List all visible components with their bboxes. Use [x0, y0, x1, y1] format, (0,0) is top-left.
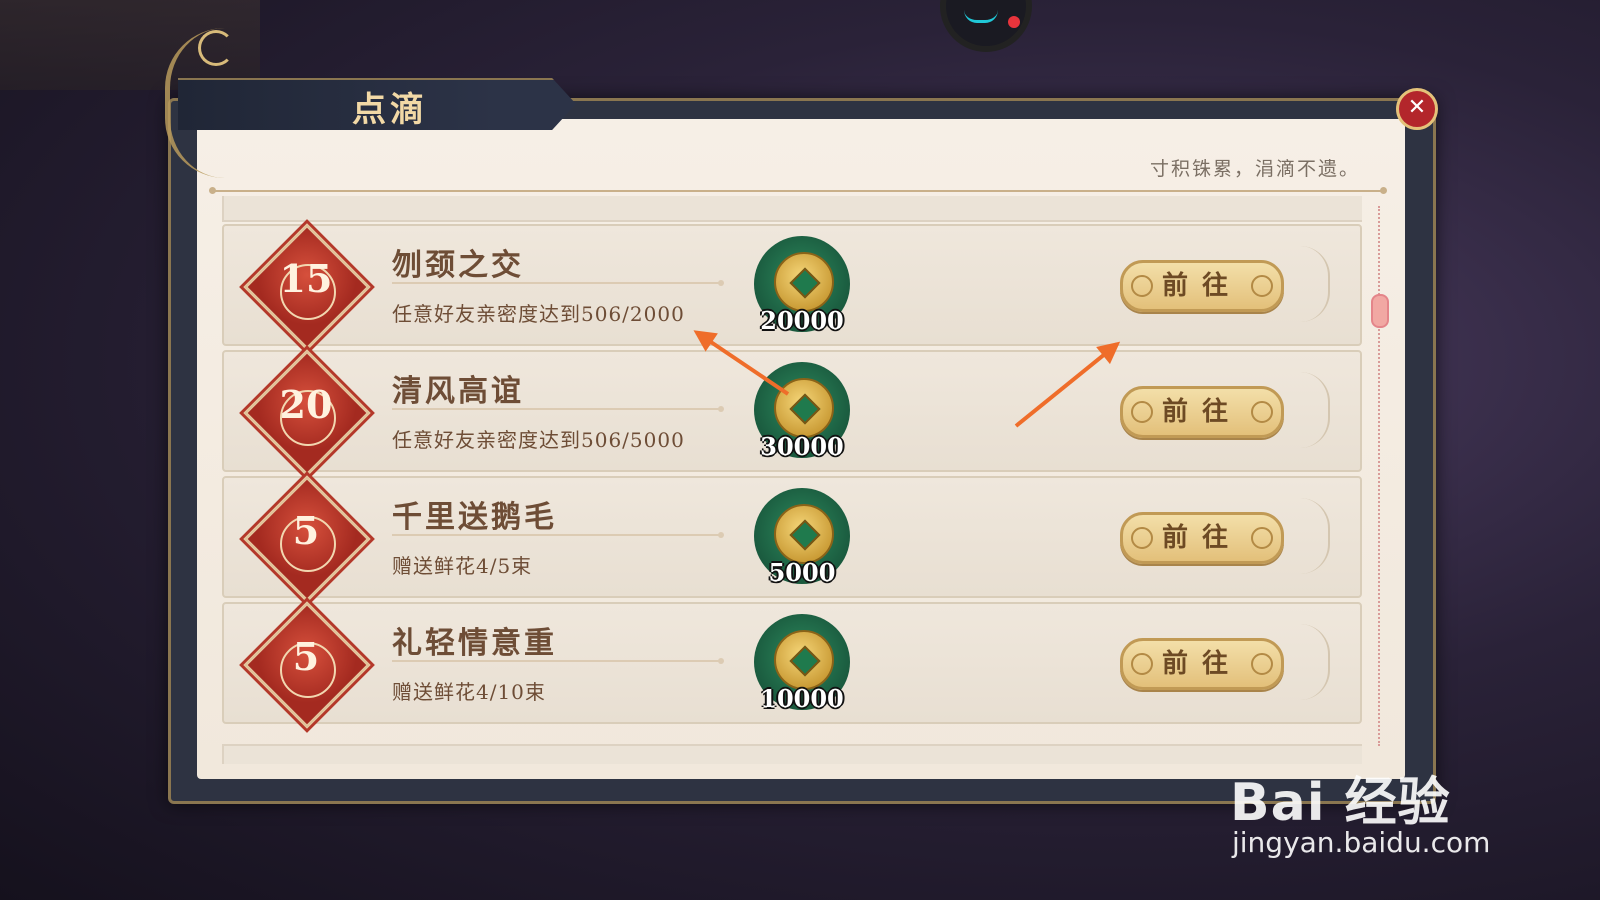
row-decoration: [1300, 246, 1330, 322]
coin-reward-icon: 20000: [754, 236, 850, 335]
panel-motto: 寸积铢累，涓滴不遗。: [1150, 158, 1361, 180]
task-name: 清风高谊: [392, 374, 524, 409]
notification-dot-icon: [1008, 16, 1020, 28]
watermark-url: jingyan.baidu.com: [1232, 826, 1491, 859]
divider: [392, 406, 724, 412]
close-icon: ✕: [1407, 95, 1427, 120]
task-progress: 赠送鲜花4/5束: [392, 554, 533, 578]
divider: [392, 280, 724, 286]
task-name: 刎颈之交: [392, 248, 524, 283]
go-button[interactable]: 前往: [1120, 638, 1284, 690]
list-item-partial: [222, 196, 1362, 222]
go-button[interactable]: 前往: [1120, 386, 1284, 438]
task-list[interactable]: 15 刎颈之交 任意好友亲密度达到506/2000 20000 前往 20 清风…: [222, 196, 1362, 764]
ring-arc: [964, 10, 998, 23]
divider: [392, 532, 724, 538]
go-button[interactable]: 前往: [1120, 512, 1284, 564]
panel-title: 点滴: [352, 90, 428, 130]
badge-number: 5: [292, 634, 320, 679]
go-button[interactable]: 前往: [1120, 260, 1284, 312]
coin-face: [774, 252, 834, 312]
coin-face: [774, 630, 834, 690]
reward-amount: 5000: [768, 558, 836, 587]
coin-face: [774, 378, 834, 438]
coin-hole: [789, 645, 821, 677]
list-item: 20 清风高谊 任意好友亲密度达到506/5000 30000 前往: [222, 349, 1362, 477]
moon-icon: [198, 30, 234, 66]
coin-hole: [789, 519, 821, 551]
task-name: 礼轻情意重: [392, 626, 557, 661]
coin-reward-icon: 10000: [754, 614, 850, 713]
reward-amount: 10000: [760, 684, 844, 713]
watermark-brand: Bai 经验: [1230, 773, 1451, 833]
row-decoration: [1300, 372, 1330, 448]
row-decoration: [1300, 498, 1330, 574]
scrollbar-thumb[interactable]: [1371, 294, 1389, 328]
divider: [392, 658, 724, 664]
coin-hole: [789, 267, 821, 299]
reward-amount: 30000: [760, 432, 844, 461]
badge-number: 20: [279, 382, 333, 427]
task-progress: 赠送鲜花4/10束: [392, 680, 546, 704]
list-item: 5 礼轻情意重 赠送鲜花4/10束 10000 前往: [222, 601, 1362, 729]
close-button[interactable]: ✕: [1396, 88, 1438, 130]
divider: [209, 187, 1387, 194]
list-item: 5 千里送鹅毛 赠送鲜花4/5束 5000 前往: [222, 475, 1362, 603]
coin-reward-icon: 5000: [754, 488, 850, 587]
badge-number: 15: [279, 256, 333, 301]
reward-amount: 20000: [760, 306, 844, 335]
task-progress: 任意好友亲密度达到506/5000: [392, 428, 685, 452]
coin-face: [774, 504, 834, 564]
row-decoration: [1300, 624, 1330, 700]
baidu-watermark: Bai 经验 jingyan.baidu.com: [1230, 760, 1490, 859]
coin-reward-icon: 30000: [754, 362, 850, 461]
scrollbar-track[interactable]: [1378, 206, 1382, 746]
badge-number: 5: [292, 508, 320, 553]
task-name: 千里送鹅毛: [392, 500, 557, 535]
list-item-partial: [222, 744, 1362, 764]
coin-hole: [789, 393, 821, 425]
task-progress: 任意好友亲密度达到506/2000: [392, 302, 685, 326]
status-ring-icon: [940, 0, 1032, 52]
list-item: 15 刎颈之交 任意好友亲密度达到506/2000 20000 前往: [222, 223, 1362, 351]
